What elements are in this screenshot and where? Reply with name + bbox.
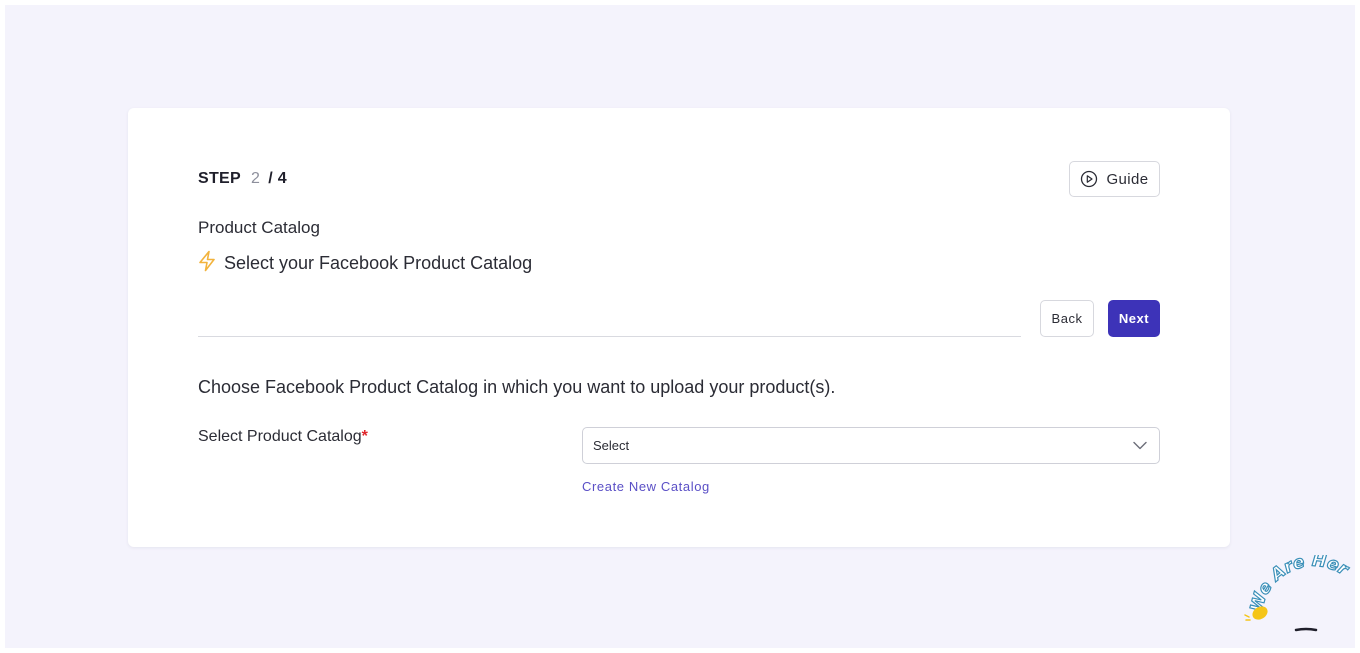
- lightning-bolt-icon: [198, 250, 216, 277]
- step-current: 2: [251, 170, 261, 187]
- back-button[interactable]: Back: [1040, 300, 1094, 337]
- step-indicator: STEP 2 / 4: [198, 170, 287, 188]
- we-are-here-text: We Are Here!: [1240, 555, 1353, 614]
- chat-widget[interactable]: We Are Here!: [1234, 539, 1355, 648]
- create-new-catalog-link[interactable]: Create New Catalog: [582, 479, 710, 494]
- guide-button-label: Guide: [1106, 170, 1149, 188]
- required-marker: *: [361, 428, 368, 445]
- step-label: STEP: [198, 170, 241, 187]
- divider: [198, 336, 1021, 337]
- catalog-field-label-text: Select Product Catalog: [198, 428, 362, 445]
- guide-button[interactable]: Guide: [1069, 161, 1160, 197]
- instructions-text: Choose Facebook Product Catalog in which…: [198, 377, 836, 397]
- catalog-select[interactable]: Select: [582, 427, 1160, 464]
- catalog-field-label: Select Product Catalog*: [198, 428, 368, 446]
- next-button[interactable]: Next: [1108, 300, 1160, 337]
- chevron-down-icon: [1133, 438, 1147, 453]
- page-subtitle-text: Select your Facebook Product Catalog: [224, 253, 533, 273]
- step-card: STEP 2 / 4 Guide Product Catalog Select yo…: [128, 108, 1230, 547]
- page-subtitle: Select your Facebook Product Catalog: [198, 250, 532, 277]
- play-circle-icon: [1080, 170, 1098, 188]
- step-total: / 4: [268, 170, 287, 187]
- page-title: Product Catalog: [198, 218, 320, 237]
- catalog-select-value: Select: [593, 438, 630, 453]
